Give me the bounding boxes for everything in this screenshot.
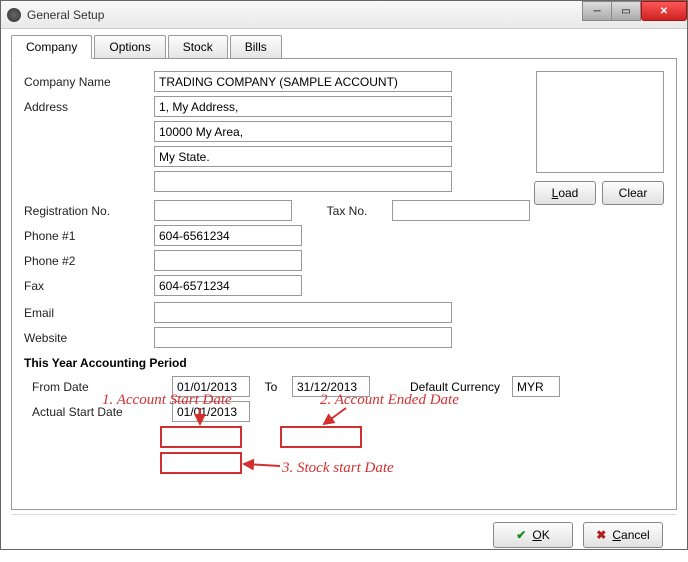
tab-bills[interactable]: Bills bbox=[230, 35, 282, 59]
clear-label: Clear bbox=[619, 186, 648, 200]
highlight-to-date bbox=[280, 426, 362, 448]
label-fax: Fax bbox=[24, 279, 154, 293]
label-website: Website bbox=[24, 331, 154, 345]
highlight-actual-start bbox=[160, 452, 242, 474]
clear-button[interactable]: Clear bbox=[602, 181, 664, 205]
ok-button[interactable]: ✔ OK bbox=[493, 522, 573, 548]
label-phone1: Phone #1 bbox=[24, 229, 154, 243]
arrow-3 bbox=[242, 458, 282, 475]
actual-start-field[interactable] bbox=[172, 401, 250, 422]
website-field[interactable] bbox=[154, 327, 452, 348]
tab-stock[interactable]: Stock bbox=[168, 35, 228, 59]
address3-field[interactable] bbox=[154, 146, 452, 167]
minimize-button[interactable]: ─ bbox=[582, 1, 612, 21]
tabs: Company Options Stock Bills bbox=[11, 35, 677, 59]
titlebar: General Setup ─ ▭ ✕ bbox=[1, 1, 687, 29]
highlight-from-date bbox=[160, 426, 242, 448]
fax-field[interactable] bbox=[154, 275, 302, 296]
load-button[interactable]: Load bbox=[534, 181, 596, 205]
phone1-field[interactable] bbox=[154, 225, 302, 246]
tab-panel-company: Load Clear Company Name Address Registra… bbox=[11, 58, 677, 510]
default-currency-field[interactable] bbox=[512, 376, 560, 397]
label-to: To bbox=[250, 380, 292, 394]
dialog-footer: ✔ OK ✖ Cancel bbox=[11, 514, 677, 554]
company-name-field[interactable] bbox=[154, 71, 452, 92]
cross-icon: ✖ bbox=[596, 528, 606, 542]
tab-options[interactable]: Options bbox=[94, 35, 165, 59]
label-email: Email bbox=[24, 306, 154, 320]
label-company-name: Company Name bbox=[24, 75, 154, 89]
maximize-button[interactable]: ▭ bbox=[611, 1, 641, 21]
label-registration-no: Registration No. bbox=[24, 204, 154, 218]
section-accounting-period: This Year Accounting Period bbox=[24, 356, 664, 370]
logo-preview bbox=[536, 71, 664, 173]
tab-company[interactable]: Company bbox=[11, 35, 92, 59]
app-icon bbox=[7, 8, 21, 22]
address2-field[interactable] bbox=[154, 121, 452, 142]
window-title: General Setup bbox=[27, 8, 104, 22]
close-button[interactable]: ✕ bbox=[641, 1, 687, 21]
to-date-field[interactable] bbox=[292, 376, 370, 397]
check-icon: ✔ bbox=[516, 528, 526, 542]
content: Company Options Stock Bills Load Clear C… bbox=[1, 29, 687, 562]
annotation-3: 3. Stock start Date bbox=[282, 460, 394, 477]
label-address: Address bbox=[24, 100, 154, 114]
registration-no-field[interactable] bbox=[154, 200, 292, 221]
load-label: oad bbox=[558, 186, 578, 200]
tax-no-field[interactable] bbox=[392, 200, 530, 221]
address1-field[interactable] bbox=[154, 96, 452, 117]
email-field[interactable] bbox=[154, 302, 452, 323]
label-from-date: From Date bbox=[32, 380, 172, 394]
window-controls: ─ ▭ ✕ bbox=[583, 1, 687, 21]
label-actual-start: Actual Start Date bbox=[32, 405, 172, 419]
label-default-currency: Default Currency bbox=[370, 380, 512, 394]
label-phone2: Phone #2 bbox=[24, 254, 154, 268]
from-date-field[interactable] bbox=[172, 376, 250, 397]
label-tax-no: Tax No. bbox=[292, 204, 392, 218]
logo-buttons: Load Clear bbox=[534, 181, 664, 205]
phone2-field[interactable] bbox=[154, 250, 302, 271]
address4-field[interactable] bbox=[154, 171, 452, 192]
cancel-button[interactable]: ✖ Cancel bbox=[583, 522, 663, 548]
